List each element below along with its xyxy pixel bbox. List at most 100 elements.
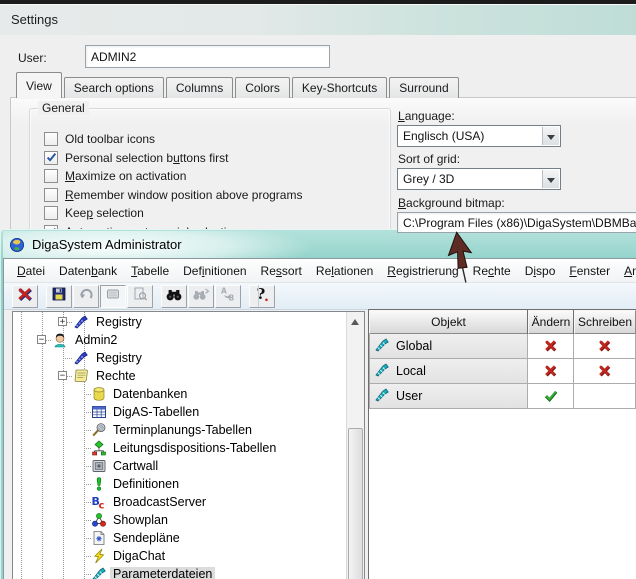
expand-plus-box[interactable]: + xyxy=(58,317,67,326)
tree-item-datenbanken[interactable]: Datenbanken xyxy=(13,385,347,403)
replace-button[interactable]: AB xyxy=(215,285,241,308)
checkbox-checked[interactable] xyxy=(44,151,58,165)
binoculars-icon xyxy=(165,286,183,307)
tree-item-registry[interactable]: Registry xyxy=(13,349,347,367)
scroll-up-arrow-icon[interactable] xyxy=(351,315,359,325)
sort-of-grid-value: Grey / 3D xyxy=(403,172,454,186)
checkbox-row[interactable]: Keep selection xyxy=(44,205,144,221)
menu-relationen[interactable]: Relationen xyxy=(309,261,380,281)
checkbox[interactable] xyxy=(44,132,58,146)
menu-ansicht[interactable]: Ansicht xyxy=(617,261,636,281)
tab-view[interactable]: View xyxy=(16,72,62,98)
tree-item-label: Datenbanken xyxy=(110,387,190,401)
tab-search-options[interactable]: Search options xyxy=(64,77,164,98)
menu-dispo[interactable]: Dispo xyxy=(518,261,563,281)
tree-item-leitungsdispositions-tabellen[interactable]: Leitungsdispositions-Tabellen xyxy=(13,439,347,457)
tab-key-shortcuts[interactable]: Key-Shortcuts xyxy=(292,77,387,98)
user-field[interactable]: ADMIN2 xyxy=(85,45,330,68)
brush-icon xyxy=(374,337,396,356)
general-group-title: General xyxy=(38,101,89,115)
tree-item-rechte[interactable]: −Rechte xyxy=(13,367,347,385)
user-icon xyxy=(52,332,68,348)
column-header-schreiben[interactable]: Schreiben xyxy=(574,310,636,334)
tab-columns[interactable]: Columns xyxy=(166,77,233,98)
aendern-cell[interactable] xyxy=(528,359,574,384)
tree-connector xyxy=(84,520,91,521)
tree-item-label: Terminplanungs-Tabellen xyxy=(110,423,255,437)
tree-connector xyxy=(63,358,73,359)
grid-row-local[interactable]: Local xyxy=(369,359,636,384)
object-cell: User xyxy=(369,384,528,409)
checkbox[interactable] xyxy=(44,188,58,202)
find-button[interactable] xyxy=(161,285,187,308)
tree-item-label: Definitionen xyxy=(110,477,182,491)
language-combobox[interactable]: Englisch (USA) xyxy=(397,125,561,147)
schreiben-cell[interactable] xyxy=(574,359,636,384)
checkbox-row[interactable]: Maximize on activation xyxy=(44,168,186,184)
user-label: User: xyxy=(18,51,47,65)
tree-item-cartwall[interactable]: Cartwall xyxy=(13,457,347,475)
column-header-objekt[interactable]: Objekt xyxy=(369,310,528,334)
save-button[interactable] xyxy=(46,285,72,308)
toolbar-separator xyxy=(258,285,259,307)
find-next-button[interactable] xyxy=(188,285,214,308)
chevron-down-icon[interactable] xyxy=(542,127,559,145)
deny-x-icon xyxy=(598,340,611,352)
menu-datenbank[interactable]: Datenbank xyxy=(52,261,124,281)
sort-of-grid-combobox[interactable]: Grey / 3D xyxy=(397,168,561,190)
tree-item-label: Parameterdateien xyxy=(110,567,215,579)
help-button[interactable]: ? xyxy=(249,285,275,308)
tree-item-showplan[interactable]: Showplan xyxy=(13,511,347,529)
tree-item-parameterdateien[interactable]: Parameterdateien xyxy=(13,565,347,579)
undo-button[interactable] xyxy=(73,285,99,308)
tab-colors[interactable]: Colors xyxy=(235,77,290,98)
scrollbar-thumb[interactable] xyxy=(348,428,363,579)
background-bitmap-field[interactable]: C:\Program Files (x86)\DigaSystem\DBMBac… xyxy=(397,212,636,233)
tree-item-broadcastserver[interactable]: BcBroadcastServer xyxy=(13,493,347,511)
grid-row-user[interactable]: User xyxy=(369,384,636,409)
tree-item-digas-tabellen[interactable]: DigAS-Tabellen xyxy=(13,403,347,421)
column-header-ndern[interactable]: Ändern xyxy=(528,310,574,334)
menu-definitionen[interactable]: Definitionen xyxy=(176,261,253,281)
object-name: User xyxy=(396,389,422,403)
tree-item-label: Cartwall xyxy=(110,459,161,473)
chevron-down-icon[interactable] xyxy=(542,170,559,188)
tree-item-definitionen[interactable]: Definitionen xyxy=(13,475,347,493)
tree-item-registry[interactable]: +Registry xyxy=(13,313,347,331)
tree-item-digachat[interactable]: DigaChat xyxy=(13,547,347,565)
background-bitmap-label: Background bitmap: xyxy=(398,196,505,210)
tree-item-terminplanungs-tabellen[interactable]: Terminplanungs-Tabellen xyxy=(13,421,347,439)
aendern-cell[interactable] xyxy=(528,334,574,359)
menu-datei[interactable]: Datei xyxy=(10,261,52,281)
tree-connector xyxy=(84,484,91,485)
checkbox-row[interactable]: Old toolbar icons xyxy=(44,131,155,147)
menu-ressort[interactable]: Ressort xyxy=(254,261,309,281)
checkbox-row[interactable]: Remember window position above programs xyxy=(44,187,302,203)
grid-row-global[interactable]: Global xyxy=(369,334,636,359)
schreiben-cell[interactable] xyxy=(574,384,636,409)
view-tab-page: General Old toolbar icons Personal select… xyxy=(10,97,636,231)
background-bitmap-value: C:\Program Files (x86)\DigaSystem\DBMBac… xyxy=(403,216,636,230)
schreiben-cell[interactable] xyxy=(574,334,636,359)
collapse-minus-box[interactable]: − xyxy=(37,335,46,344)
diga-window-title: DigaSystem Administrator xyxy=(32,237,182,252)
tree-vertical-scrollbar[interactable] xyxy=(346,312,364,579)
grid-style-button[interactable] xyxy=(100,285,126,308)
tree-item-label: DigAS-Tabellen xyxy=(110,405,202,419)
tree-connector xyxy=(84,538,91,539)
tree-item-sendepl-ne[interactable]: Sendepläne xyxy=(13,529,347,547)
aendern-cell[interactable] xyxy=(528,384,574,409)
checkbox[interactable] xyxy=(44,169,58,183)
delete-button[interactable] xyxy=(12,285,38,308)
collapse-minus-box[interactable]: − xyxy=(58,371,67,380)
menu-tabelle[interactable]: Tabelle xyxy=(124,261,176,281)
print-preview-button[interactable] xyxy=(127,285,153,308)
menu-fenster[interactable]: Fenster xyxy=(562,261,617,281)
tree-connector xyxy=(84,502,91,503)
tab-surround[interactable]: Surround xyxy=(389,77,458,98)
diga-titlebar: DigaSystem Administrator xyxy=(3,231,636,258)
checkbox-row[interactable]: Personal selection buttons first xyxy=(44,150,228,166)
checkbox-label: Personal selection buttons first xyxy=(65,151,228,165)
tree-item-admin2[interactable]: −Admin2 xyxy=(13,331,347,349)
checkbox[interactable] xyxy=(44,206,58,220)
